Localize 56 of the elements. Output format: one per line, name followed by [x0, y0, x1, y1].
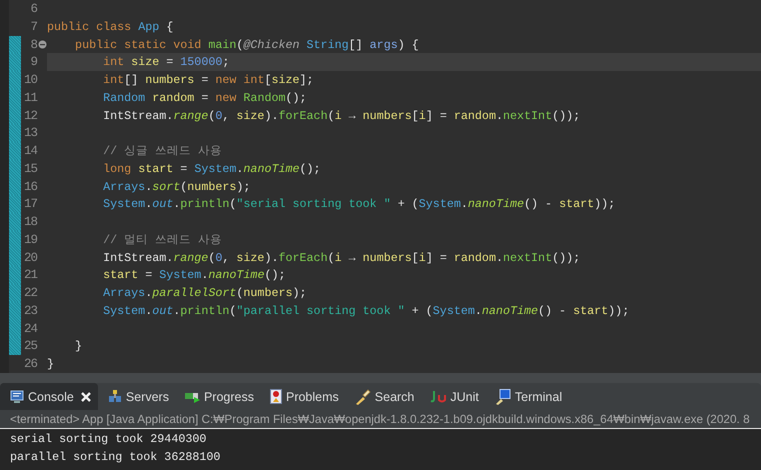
view-tab[interactable]: Terminal	[484, 383, 568, 410]
line-number: 10	[22, 72, 37, 89]
code-line: }	[74, 338, 84, 355]
view-tab[interactable]: Problems	[260, 383, 345, 410]
terminal-icon	[494, 388, 511, 404]
code-line: public static void main(@Chicken String[] args) {	[74, 36, 420, 54]
code-line: System.out.println("parallel sorting took " + (System.nanoTime() - start));	[102, 302, 630, 320]
code-line: // 싱글 쓰레드 사용	[102, 143, 224, 160]
line-number: 14	[22, 143, 37, 160]
line-number: 23	[22, 302, 37, 320]
collapse-icon[interactable]	[38, 40, 46, 49]
line-number: 26	[22, 356, 37, 373]
line-number: 9	[29, 54, 37, 71]
code-line: start = System.nanoTime();	[102, 267, 286, 284]
view-tab[interactable]: Search	[344, 383, 420, 410]
line-number: 25	[22, 338, 37, 355]
code-line: IntStream.range(0, size).forEach(i → numbers[i] = random.nextInt());	[102, 108, 582, 124]
line-number: 16	[22, 178, 37, 196]
progress-bar-icon	[184, 390, 200, 403]
view-tab[interactable]: JUnit	[420, 383, 485, 410]
code-line: IntStream.range(0, size).forEach(i → numbers[i] = random.nextInt());	[102, 250, 582, 266]
line-number: 21	[22, 267, 37, 284]
view-tab[interactable]: Progress	[174, 383, 260, 410]
code-line: Arrays.parallelSort(numbers);	[102, 285, 308, 302]
line-number: 19	[22, 232, 37, 248]
line-number: 13	[22, 125, 37, 142]
view-tab[interactable]: Servers	[98, 383, 175, 410]
console-output-line: parallel sorting took 36288100	[10, 450, 220, 464]
code-line: Arrays.sort(numbers);	[102, 178, 252, 196]
server-icon	[108, 390, 122, 403]
code-line: long start = System.nanoTime();	[102, 160, 322, 178]
line-number: 22	[22, 285, 37, 302]
line-number: 15	[22, 160, 37, 178]
code-line: System.out.println("serial sorting took " + (System.nanoTime() - start));	[102, 196, 616, 213]
line-number: 12	[22, 108, 37, 124]
line-number: 8	[29, 36, 37, 54]
line-number: 7	[29, 18, 37, 36]
line-number: 6	[29, 1, 37, 18]
code-line: int[] numbers = new int[size];	[102, 72, 315, 89]
line-number: 17	[22, 196, 37, 213]
line-number: 24	[22, 320, 37, 338]
close-icon[interactable]	[80, 390, 92, 402]
console-status: <terminated> App [Java Application] C:₩Program Files₩Java₩openjdk-1.8.0.232-1.b09.ojdkbuild.windows.x86_64₩bin₩javaw.exe (2020. 8	[0, 410, 761, 429]
letter-mark-icon	[430, 390, 446, 403]
flashlight-icon	[354, 388, 371, 404]
console-output-line: serial sorting took 29440300	[10, 432, 206, 446]
line-number: 18	[22, 214, 37, 231]
line-number: 20	[22, 250, 37, 266]
code-line: // 멀티 쓰레드 사용	[102, 232, 224, 248]
view-tab[interactable]: Console	[0, 383, 98, 410]
code-line: }	[47, 356, 56, 373]
monitor-icon	[10, 390, 24, 403]
line-number: 11	[22, 90, 37, 106]
problems-icon	[270, 389, 282, 404]
code-line: public class App {	[47, 18, 174, 36]
code-line: Random random = new Random();	[102, 90, 308, 106]
